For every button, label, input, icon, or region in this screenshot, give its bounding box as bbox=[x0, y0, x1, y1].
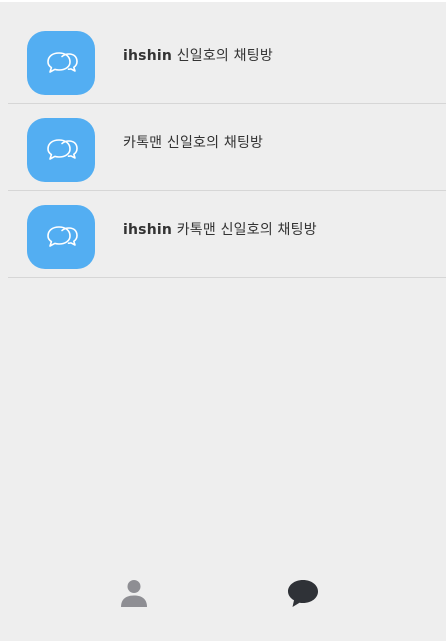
status-strip bbox=[0, 0, 446, 2]
chat-bubbles-icon bbox=[47, 226, 78, 247]
nav-people-button[interactable] bbox=[114, 573, 154, 613]
chat-room-item[interactable]: 카톡맨 신일호의 채팅방 bbox=[0, 104, 446, 191]
chat-room-name: 카톡맨 신일호의 채팅방 bbox=[123, 132, 263, 152]
speech-bubble-icon bbox=[288, 580, 318, 607]
person-icon bbox=[121, 580, 147, 607]
chat-room-list: ihshin 신일호의 채팅방 카톡맨 신일호의 채팅방 ihshin 카톡맨 … bbox=[0, 17, 446, 278]
nav-chat-button[interactable] bbox=[283, 573, 323, 613]
chat-room-name: ihshin 신일호의 채팅방 bbox=[123, 45, 273, 65]
chat-room-user: ihshin bbox=[123, 48, 173, 64]
chat-room-name: ihshin 카톡맨 신일호의 채팅방 bbox=[123, 219, 317, 239]
chat-room-title: 카톡맨 신일호의 채팅방 bbox=[123, 135, 264, 151]
bottom-nav bbox=[0, 551, 446, 641]
chat-room-avatar bbox=[27, 118, 95, 182]
divider bbox=[8, 277, 446, 278]
chat-room-avatar bbox=[27, 205, 95, 269]
chat-room-avatar bbox=[27, 31, 95, 95]
chat-room-item[interactable]: ihshin 신일호의 채팅방 bbox=[0, 17, 446, 104]
chat-bubbles-icon bbox=[47, 52, 78, 73]
chat-room-title: 신일호의 채팅방 bbox=[176, 48, 273, 64]
chat-list-screen: ihshin 신일호의 채팅방 카톡맨 신일호의 채팅방 ihshin 카톡맨 … bbox=[0, 0, 446, 641]
chat-room-title: 카톡맨 신일호의 채팅방 bbox=[176, 222, 317, 238]
chat-bubbles-icon bbox=[47, 139, 78, 160]
chat-room-user: ihshin bbox=[123, 222, 173, 238]
chat-room-item[interactable]: ihshin 카톡맨 신일호의 채팅방 bbox=[0, 191, 446, 278]
